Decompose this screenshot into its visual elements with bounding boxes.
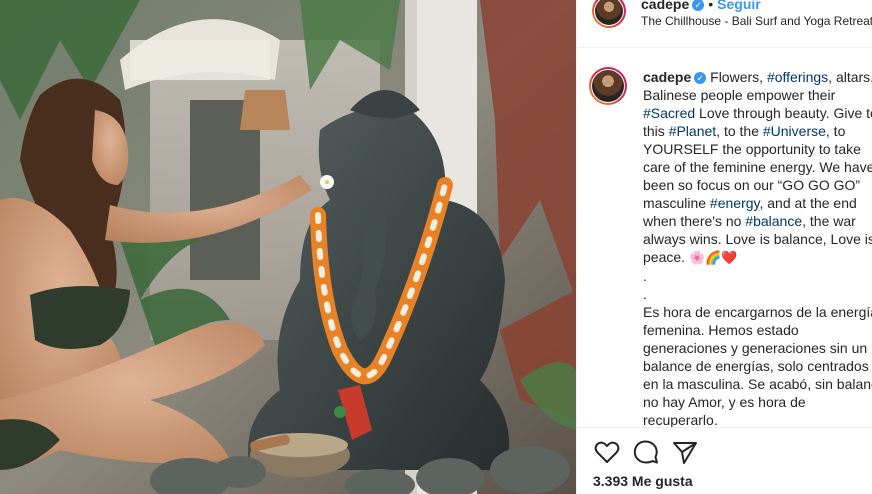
photo-illustration — [0, 0, 576, 494]
author-username[interactable]: cadepe — [641, 0, 689, 12]
author-avatar[interactable] — [592, 0, 626, 28]
comment-icon[interactable] — [632, 438, 660, 466]
hashtag-link[interactable]: #Planet — [669, 123, 716, 139]
share-icon[interactable] — [671, 438, 699, 466]
caption-text: , to the — [716, 123, 763, 139]
caption-body: Flowers, #offerings, altars... Balinese … — [643, 69, 872, 428]
hashtag-link[interactable]: #offerings — [767, 69, 828, 85]
post-header: cadepe ✓ • Seguir The Chillhouse - Bali Sur… — [577, 0, 872, 48]
hashtag-link[interactable]: #balance — [745, 213, 802, 229]
caption-avatar[interactable] — [589, 67, 627, 105]
separator-dot: • — [708, 0, 714, 12]
caption-emoji: 🌸🌈❤️ — [688, 250, 738, 265]
hashtag-link[interactable]: #Universe — [763, 123, 826, 139]
post-photo[interactable] — [0, 0, 576, 494]
caption-text: . . Es hora de encargarnos de la energía… — [643, 268, 872, 428]
post-location[interactable]: The Chillhouse - Bali Surf and Yoga Retr… — [641, 14, 872, 28]
hashtag-link[interactable]: #Sacred — [643, 105, 695, 121]
author-line: cadepe ✓ • Seguir — [641, 0, 761, 14]
likes-count[interactable]: 3.393 Me gusta — [593, 473, 693, 489]
post-caption: cadepe✓ Flowers, #offerings, altars... B… — [643, 68, 872, 429]
caption-username[interactable]: cadepe — [643, 69, 691, 85]
heart-icon[interactable] — [593, 438, 621, 466]
follow-button[interactable]: Seguir — [717, 0, 761, 12]
post-sidebar: cadepe ✓ • Seguir The Chillhouse - Bali Sur… — [576, 0, 872, 494]
post-actions: 3.393 Me gusta — [577, 427, 872, 494]
caption-verified-badge-icon: ✓ — [694, 72, 707, 84]
verified-badge-icon: ✓ — [692, 0, 705, 11]
caption-text: Flowers, — [706, 69, 767, 85]
hashtag-link[interactable]: #energy — [710, 195, 760, 211]
